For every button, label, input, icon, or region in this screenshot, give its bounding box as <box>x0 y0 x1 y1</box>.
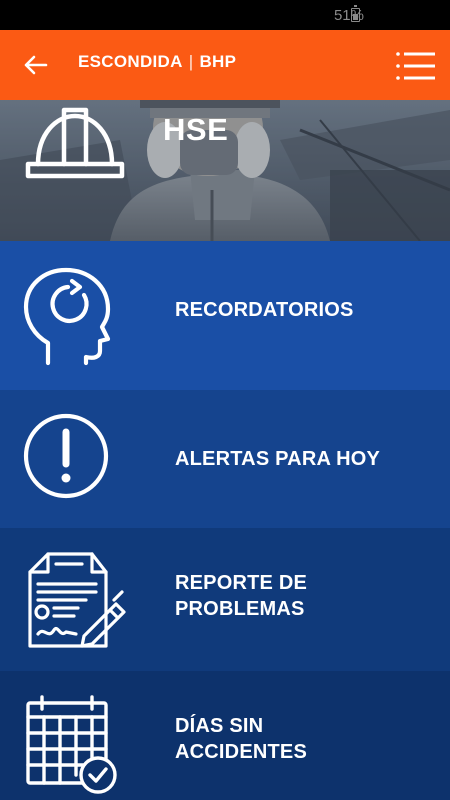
dias-label-line2: ACCIDENTES <box>175 741 308 763</box>
menu-item-reporte-de-problemas[interactable]: REPORTE DE PROBLEMAS <box>0 528 450 671</box>
back-button[interactable] <box>18 50 52 80</box>
menu-item-dias-sin-accidentes[interactable]: DÍAS SIN ACCIDENTES <box>0 671 450 800</box>
hse-title: HSE <box>163 112 229 147</box>
app-bar: ESCONDIDA | BHP <box>0 30 450 100</box>
hard-hat-icon <box>25 107 125 179</box>
status-bar: 51% <box>0 0 450 30</box>
menu-item-alertas-para-hoy[interactable]: ALERTAS PARA HOY <box>0 390 450 528</box>
alertas-label: ALERTAS PARA HOY <box>175 448 381 470</box>
alert-circle-icon <box>23 413 109 499</box>
app-title-separator: | <box>188 52 194 71</box>
reporte-label-line2: PROBLEMAS <box>175 598 305 620</box>
app-title-escondida: ESCONDIDA <box>78 52 183 71</box>
app-title-bhp: BHP <box>199 52 237 71</box>
calendar-check-icon <box>26 695 117 794</box>
hse-banner[interactable]: HSE <box>0 100 450 241</box>
reporte-label: REPORTE DE PROBLEMAS <box>175 570 435 622</box>
battery-icon <box>351 5 360 22</box>
recordatorios-label: RECORDATORIOS <box>175 299 354 321</box>
menu-button[interactable] <box>394 49 438 83</box>
app-title: ESCONDIDA | BHP <box>78 52 236 72</box>
dias-label-line1: DÍAS SIN <box>175 715 264 737</box>
head-refresh-icon <box>23 267 111 366</box>
reporte-label-line1: REPORTE DE <box>175 572 308 594</box>
dias-label: DÍAS SIN ACCIDENTES <box>175 713 435 765</box>
back-arrow-icon <box>24 55 48 75</box>
menu-item-recordatorios[interactable]: RECORDATORIOS <box>0 241 450 390</box>
report-document-icon <box>28 552 126 648</box>
menu-list-icon <box>396 52 435 80</box>
